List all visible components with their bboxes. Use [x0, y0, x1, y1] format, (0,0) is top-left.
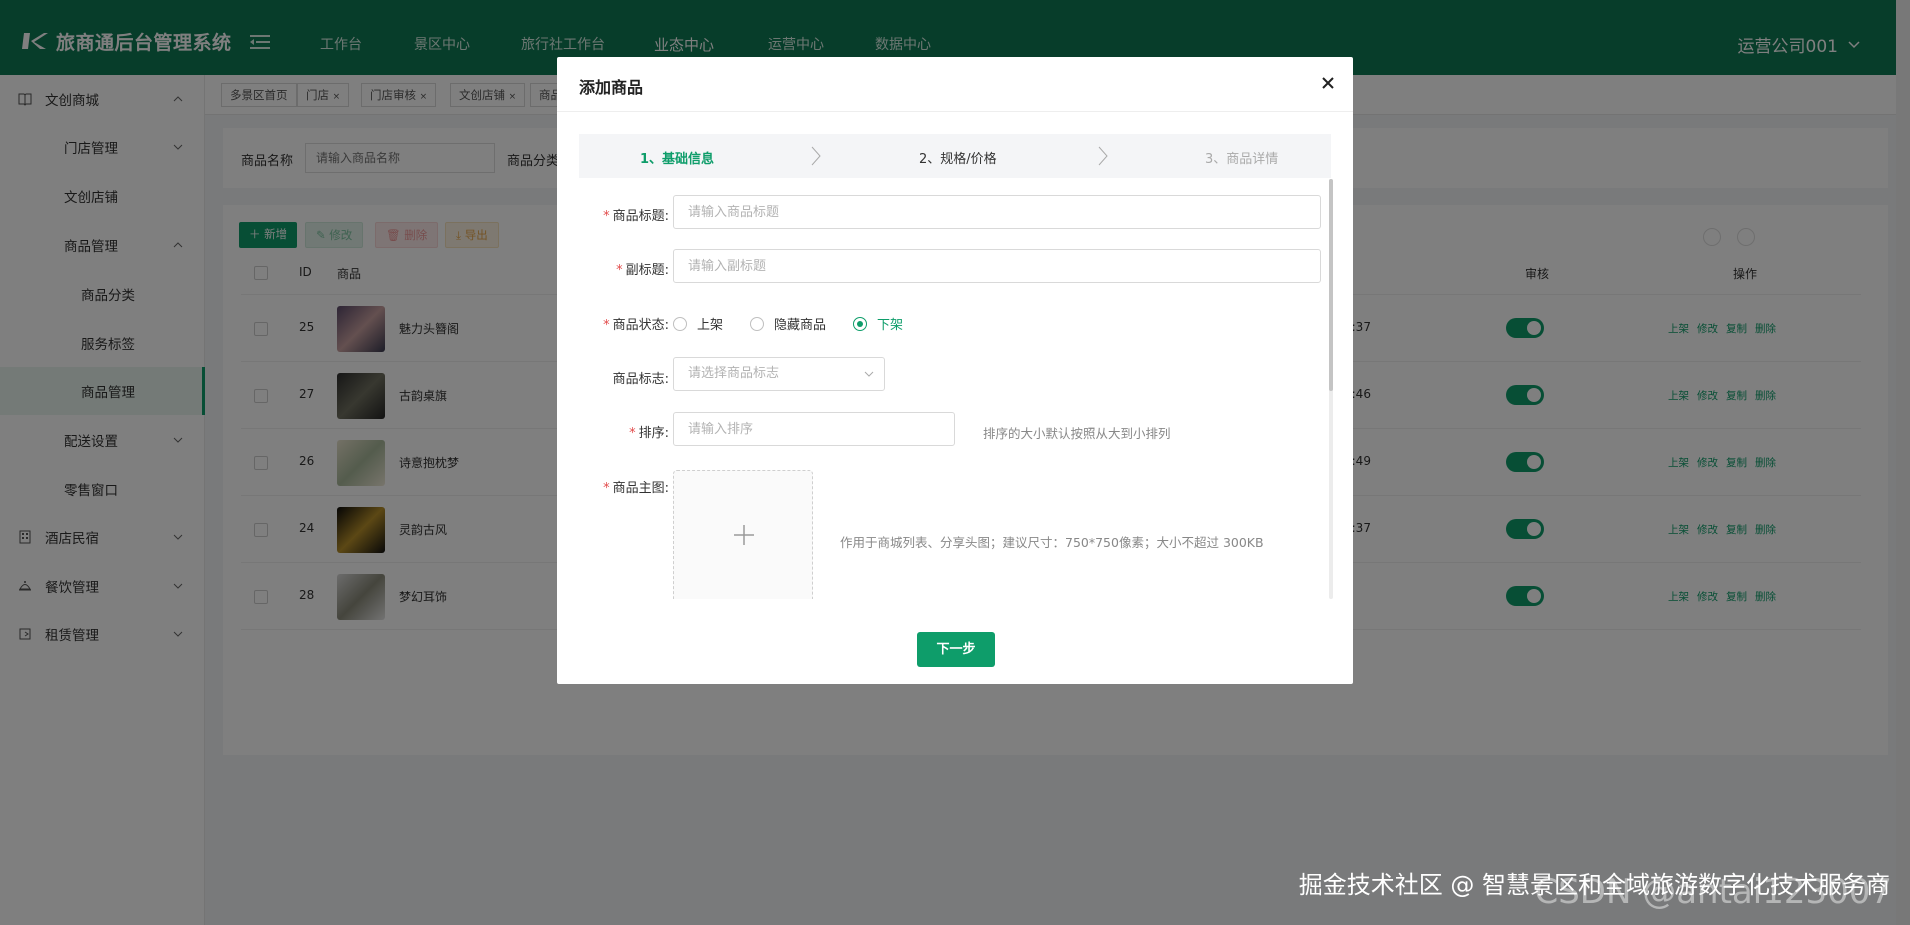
required-mark: * — [603, 481, 610, 496]
subtitle-field-label: * 副标题: — [579, 259, 669, 278]
radio-label: 下架 — [877, 318, 904, 333]
badge-select-placeholder: 请选择商品标志 — [688, 366, 780, 381]
required-mark: * — [603, 209, 610, 224]
radio-dot — [853, 316, 867, 331]
dialog-form: *商品标题: *副标题: *商品状态: 上架 隐藏商品 下架 商品标志: 请选择… — [557, 179, 1353, 599]
badge-select[interactable]: 请选择商品标志 — [673, 357, 885, 391]
badge-field-label: 商品标志: — [579, 368, 669, 387]
sort-label-text: 排序: — [638, 426, 669, 441]
image-hint: 作用于商城列表、分享头图；建议尺寸：750*750像素；大小不超过 300KB — [840, 535, 1264, 550]
required-mark: * — [616, 263, 623, 278]
step-basic-info[interactable]: 1、基础信息 — [640, 148, 714, 167]
title-label-text: 商品标题: — [612, 209, 669, 224]
sort-input[interactable] — [673, 412, 955, 446]
dialog-scrollbar[interactable] — [1329, 179, 1333, 599]
image-label-text: 商品主图: — [612, 481, 669, 496]
required-mark: * — [603, 318, 610, 333]
badge-label-text: 商品标志: — [612, 372, 669, 387]
status-field-label: * 商品状态: — [579, 314, 669, 333]
required-mark: * — [629, 426, 636, 441]
next-step-button[interactable]: 下一步 — [917, 632, 995, 667]
watermark-text: 掘金技术社区 @ 智慧景区和全域旅游数字化技术服务商 — [1298, 871, 1890, 899]
sort-field-label: * 排序: — [579, 422, 669, 441]
subtitle-label-text: 副标题: — [625, 263, 669, 278]
plus-icon — [734, 525, 754, 545]
step-spec-price[interactable]: 2、规格/价格 — [919, 148, 997, 167]
step-arrow-icon — [1098, 146, 1108, 166]
dialog-title: 添加商品 — [579, 78, 644, 97]
status-radio-off-shelf[interactable]: 下架 — [853, 314, 903, 333]
step-arrow-icon — [811, 146, 821, 166]
subtitle-input[interactable] — [673, 249, 1321, 283]
radio-dot — [673, 316, 687, 331]
radio-label: 隐藏商品 — [774, 318, 827, 333]
close-icon[interactable] — [1319, 74, 1337, 92]
title-input[interactable] — [673, 195, 1321, 229]
steps-bar: 1、基础信息 2、规格/价格 3、商品详情 — [579, 134, 1331, 178]
scrollbar-thumb[interactable] — [1329, 179, 1333, 391]
add-product-dialog: 添加商品 1、基础信息 2、规格/价格 3、商品详情 *商品标题: *副标题: … — [557, 57, 1353, 684]
chevron-down-icon — [864, 371, 874, 377]
radio-label: 上架 — [697, 318, 724, 333]
status-radio-on-shelf[interactable]: 上架 — [673, 314, 723, 333]
image-upload[interactable] — [673, 470, 813, 599]
image-field-label: * 商品主图: — [579, 477, 669, 496]
status-radio-hidden[interactable]: 隐藏商品 — [750, 314, 826, 333]
sort-hint: 排序的大小默认按照从大到小排列 — [983, 426, 1171, 441]
step-product-detail[interactable]: 3、商品详情 — [1205, 148, 1278, 167]
title-field-label: * 商品标题: — [579, 205, 669, 224]
dialog-header: 添加商品 — [557, 57, 1353, 112]
radio-dot — [750, 316, 764, 331]
status-label-text: 商品状态: — [612, 318, 669, 333]
